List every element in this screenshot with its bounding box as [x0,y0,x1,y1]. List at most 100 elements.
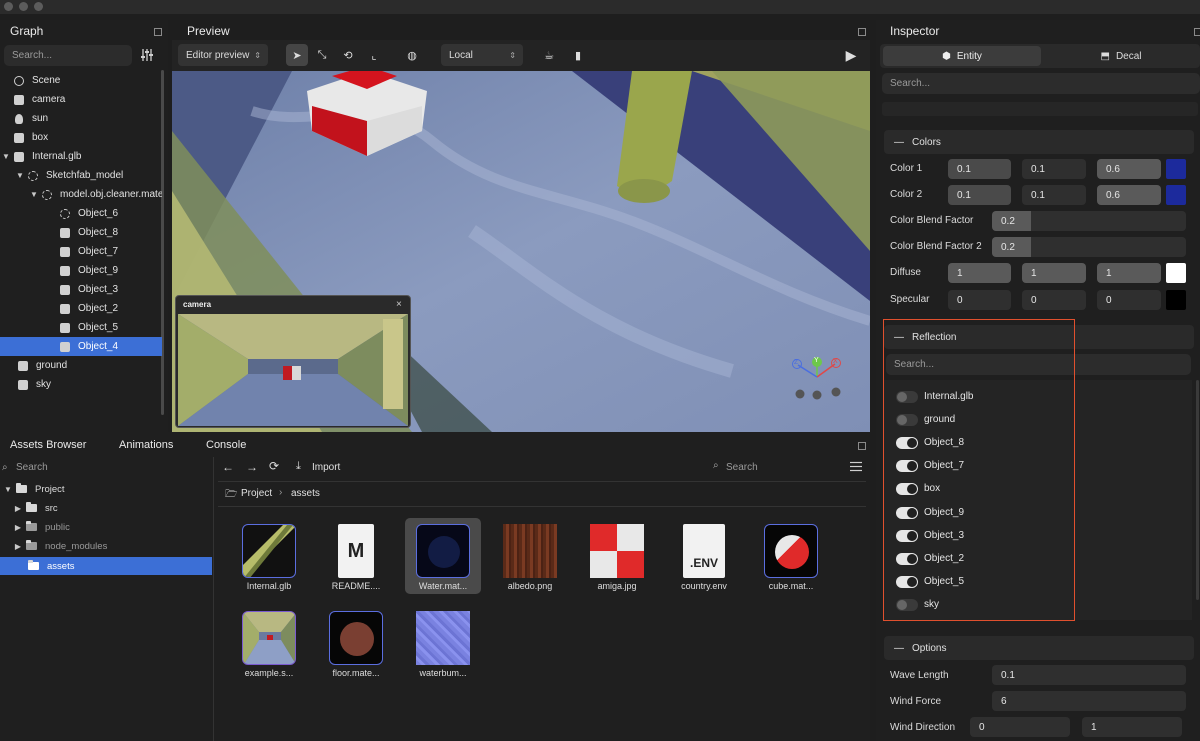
tab-assets-browser[interactable]: Assets Browser [10,439,86,451]
tree-item-object-4[interactable]: Object_4 [0,337,162,356]
graph-search-input[interactable]: Search... [4,45,132,66]
inspector-scrollbar[interactable] [1196,380,1199,600]
chevron-down-icon[interactable]: ▼ [14,171,26,180]
translate-tool-icon[interactable]: ⤡ [311,44,333,66]
reflection-toggle[interactable] [896,391,918,403]
camera-preview-window[interactable]: camera × [175,295,411,428]
specular-swatch[interactable] [1166,290,1186,310]
color1-g-input[interactable]: 0.1 [1022,159,1086,179]
axis-gizmo[interactable]: Y X Z [790,355,850,405]
reflection-section-header[interactable]: — Reflection [884,325,1194,349]
expand-icon[interactable] [1194,28,1200,36]
reflection-toggle[interactable] [896,552,918,565]
tree-item-box[interactable]: box [0,128,162,147]
scale-tool-icon[interactable]: ⌞ [363,44,385,66]
tree-item-object-6[interactable]: Object_6 [0,204,162,223]
back-arrow-icon[interactable]: ← [222,460,234,474]
close-icon[interactable]: × [396,299,402,310]
chevron-right-icon[interactable]: ▶ [12,523,24,532]
folder-assets[interactable]: assets [0,557,212,575]
options-section-header[interactable]: — Options [884,636,1194,660]
reflection-toggle[interactable] [896,414,918,427]
stats-chart-icon[interactable]: ▮ [567,44,589,66]
tree-item-internal-glb[interactable]: ▼ Internal.glb [0,147,162,166]
minimize-window-button[interactable] [19,2,28,11]
tree-item-sky[interactable]: sky [0,375,162,394]
tab-entity[interactable]: ⬢ Entity [883,46,1041,66]
tab-decal[interactable]: ⬒ Decal [1042,46,1200,66]
chevron-down-icon[interactable]: ▼ [0,152,12,161]
expand-icon[interactable] [858,28,866,36]
chevron-right-icon[interactable]: ▶ [12,542,24,551]
tree-item-scene[interactable]: Scene [0,71,162,90]
tree-item-object-8[interactable]: Object_8 [0,223,162,242]
teapot-icon[interactable]: ☕ [538,44,560,66]
asset-amiga-jpg[interactable]: amiga.jpg [579,518,655,594]
import-button[interactable]: Import [312,462,340,473]
asset-example-scene[interactable]: example.s... [231,605,307,681]
select-pointer-icon[interactable]: ➤ [286,44,308,66]
reflection-toggle[interactable] [896,437,918,450]
tree-item-camera[interactable]: camera [0,90,162,109]
tree-item-object-7[interactable]: Object_7 [0,242,162,261]
reflection-toggle[interactable] [896,598,918,611]
asset-country-env[interactable]: .ENV country.env [666,518,742,594]
folder-public[interactable]: ▶ public [0,518,212,536]
assets-search-input[interactable]: Search [726,462,758,473]
tree-item-sun[interactable]: sun [0,109,162,128]
reflection-toggle[interactable] [896,460,918,473]
maximize-window-button[interactable] [34,2,43,11]
tree-item-object-9[interactable]: Object_9 [0,261,162,280]
specular-g-input[interactable]: 0 [1022,290,1086,310]
diffuse-b-input[interactable]: 1 [1097,263,1161,283]
folder-node-modules[interactable]: ▶ node_modules [0,537,212,555]
filter-lines-icon[interactable] [850,461,862,472]
breadcrumb-assets[interactable]: assets [291,488,320,499]
colors-section-header[interactable]: — Colors [884,130,1194,154]
world-grid-icon[interactable]: ◍ [401,44,423,66]
tree-item-model-obj[interactable]: ▼ model.obj.cleaner.materialmerger.gles [0,185,162,204]
close-window-button[interactable] [4,2,13,11]
specular-b-input[interactable]: 0 [1097,290,1161,310]
filter-sliders-icon[interactable] [140,49,154,61]
asset-waterbump[interactable]: waterbum... [405,605,481,681]
asset-internal-glb[interactable]: Internal.glb [231,518,307,594]
chevron-down-icon[interactable]: ▼ [2,485,14,494]
color2-r-input[interactable]: 0.1 [948,185,1011,205]
file-tree-search-input[interactable]: Search [16,462,48,473]
color1-b-input[interactable]: 0.6 [1097,159,1161,179]
blend2-slider[interactable]: 0.2 [992,237,1186,257]
tree-item-sketchfab-model[interactable]: ▼ Sketchfab_model [0,166,162,185]
color2-swatch[interactable] [1166,185,1186,205]
tree-item-object-3[interactable]: Object_3 [0,280,162,299]
reflection-toggle[interactable] [896,529,918,542]
tree-item-object-2[interactable]: Object_2 [0,299,162,318]
tab-animations[interactable]: Animations [119,439,173,451]
wave-length-input[interactable]: 0.1 [992,665,1186,685]
refresh-icon[interactable]: ⟳ [269,459,279,473]
asset-floor-material[interactable]: floor.mate... [318,605,394,681]
forward-arrow-icon[interactable]: → [246,460,258,474]
color2-b-input[interactable]: 0.6 [1097,185,1161,205]
asset-cube-material[interactable]: cube.mat... [753,518,829,594]
color1-r-input[interactable]: 0.1 [948,159,1011,179]
tree-item-object-5[interactable]: Object_5 [0,318,162,337]
wind-direction-x-input[interactable]: 0 [970,717,1070,737]
breadcrumb-project[interactable]: Project [241,488,272,499]
diffuse-swatch[interactable] [1166,263,1186,283]
blend1-slider[interactable]: 0.2 [992,211,1186,231]
inspector-search-input[interactable]: Search... [882,73,1200,94]
space-select[interactable]: Local ⇕ [441,44,523,66]
reflection-toggle[interactable] [896,506,918,519]
folder-project[interactable]: ▼ Project [0,480,212,498]
asset-albedo-png[interactable]: albedo.png [492,518,568,594]
color2-g-input[interactable]: 0.1 [1022,185,1086,205]
asset-water-material[interactable]: Water.mat... [405,518,481,594]
play-icon[interactable]: ▶ [840,44,862,66]
wind-direction-y-input[interactable]: 1 [1082,717,1182,737]
specular-r-input[interactable]: 0 [948,290,1011,310]
chevron-down-icon[interactable]: ▼ [28,190,40,199]
rotate-tool-icon[interactable]: ⟲ [337,44,359,66]
color1-swatch[interactable] [1166,159,1186,179]
preview-mode-select[interactable]: Editor preview ⇕ [178,44,268,66]
